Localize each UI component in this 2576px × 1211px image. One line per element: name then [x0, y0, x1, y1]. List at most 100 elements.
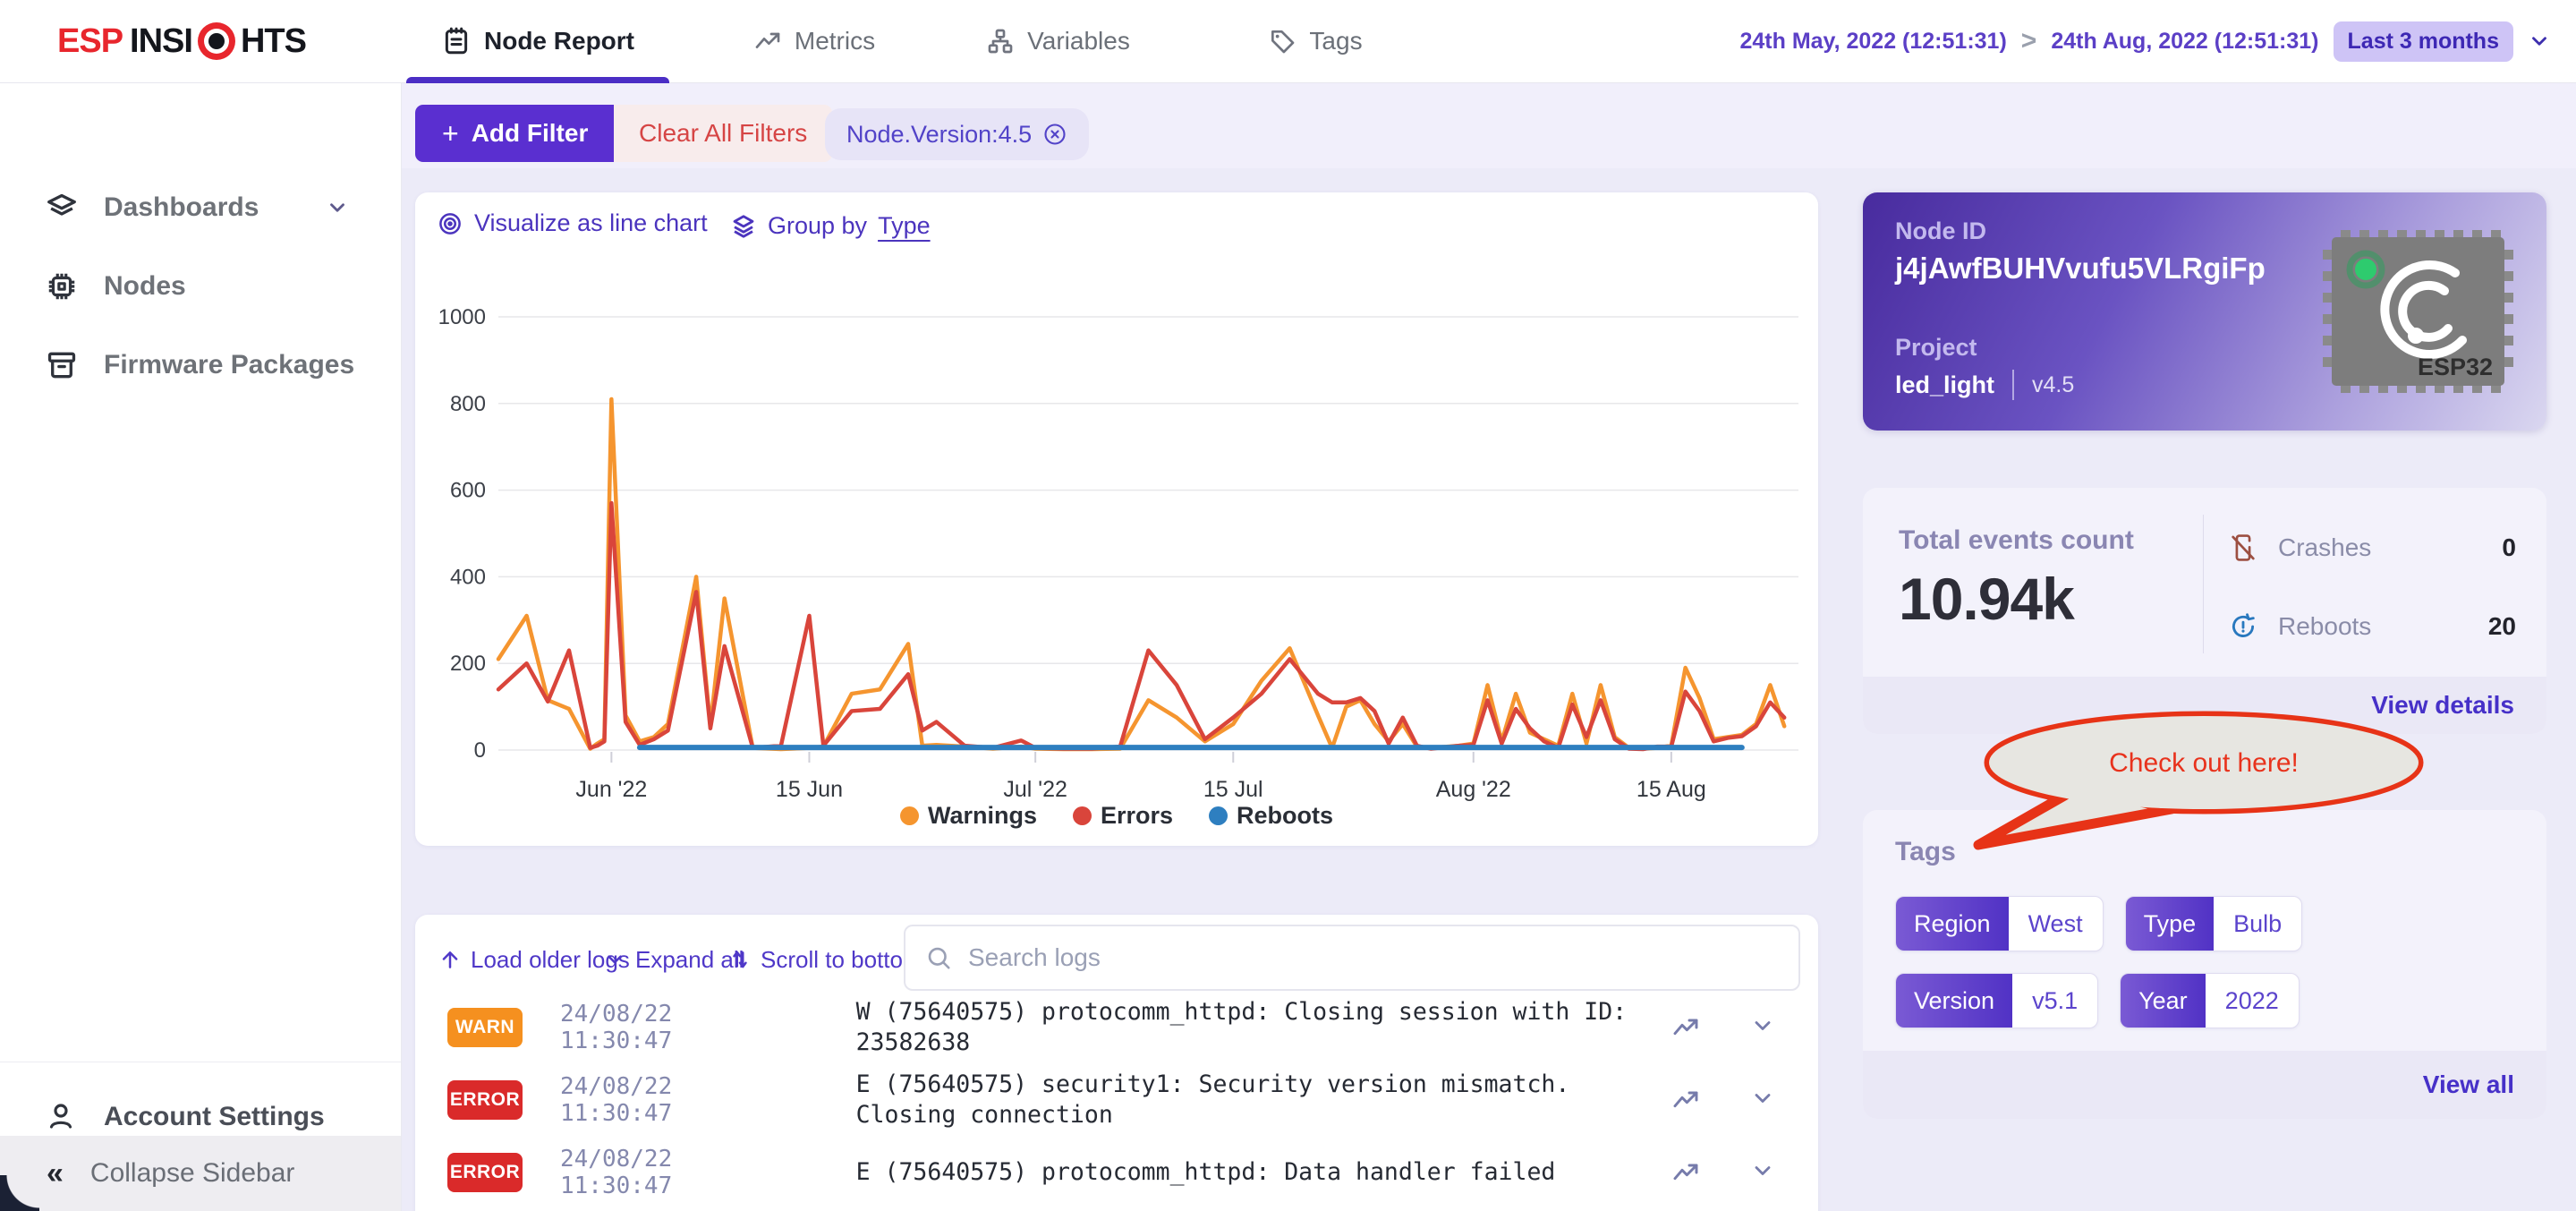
tag-value: Bulb [2214, 897, 2301, 951]
tab-variables[interactable]: Variables [975, 0, 1141, 82]
sidebar-item-nodes[interactable]: Nodes [0, 247, 401, 326]
collapse-sidebar-label: Collapse Sidebar [90, 1158, 294, 1189]
search-logs-input[interactable] [966, 942, 1779, 973]
up-down-arrows-icon [728, 948, 752, 971]
y-tick-label: 600 [450, 479, 486, 503]
tag-pill-region[interactable]: RegionWest [1895, 896, 2104, 951]
account-settings-label: Account Settings [104, 1102, 325, 1132]
chip-model-label: ESP32 [2418, 354, 2493, 380]
clear-all-filters-button[interactable]: Clear All Filters [614, 105, 832, 162]
tag-key: Region [1896, 897, 2009, 951]
x-tick-label: Jul '22 [1003, 777, 1067, 802]
top-nav-bar: ESP INSI HTS Node Report Metrics [0, 0, 2576, 83]
visualize-toggle[interactable]: Visualize as line chart [437, 209, 708, 237]
load-older-logs-button[interactable]: Load older logs [438, 931, 630, 988]
double-chevron-left-icon: « [47, 1156, 64, 1191]
tag-icon [1268, 27, 1297, 55]
x-tick-label: 15 Jun [776, 777, 843, 802]
plus-icon: + [442, 117, 459, 150]
log-row[interactable]: ERROR24/08/22 11:30:47E (75640575) secur… [415, 1062, 1818, 1139]
add-filter-label: Add Filter [472, 119, 589, 148]
annotation-text: Check out here! [2109, 748, 2299, 778]
logo-text-hts: HTS [241, 22, 306, 61]
tags-list: RegionWest TypeBulb Versionv5.1 Year2022 [1895, 896, 2527, 1028]
legend-item-warnings[interactable]: Warnings [900, 802, 1037, 830]
view-all-link[interactable]: View all [2423, 1070, 2514, 1099]
trending-up-icon [753, 27, 782, 55]
tag-key: Type [2126, 897, 2215, 951]
tags-title: Tags [1895, 837, 1956, 867]
esp-insights-logo: ESP INSI HTS [57, 0, 306, 82]
remove-filter-icon[interactable] [1042, 122, 1067, 147]
legend-item-reboots[interactable]: Reboots [1209, 802, 1333, 830]
log-expand-chevron-icon[interactable] [1750, 1086, 1775, 1114]
node-id-label: Node ID [1895, 217, 1986, 245]
sidebar-item-label: Dashboards [104, 192, 259, 223]
project-version: v4.5 [2032, 372, 2074, 398]
log-expand-chevron-icon[interactable] [1750, 1013, 1775, 1042]
events-divider [2203, 515, 2204, 653]
sidebar-item-firmware-packages[interactable]: Firmware Packages [0, 326, 401, 405]
date-range-picker: 24th May, 2022 (12:51:31) > 24th Aug, 20… [1739, 0, 2551, 82]
visualize-label: Visualize as line chart [474, 209, 708, 237]
tag-pill-type[interactable]: TypeBulb [2125, 896, 2303, 951]
node-info-card: Node ID j4jAwfBUHVvufu5VLRgiFp Project l… [1863, 192, 2546, 431]
target-icon [437, 210, 463, 237]
sidebar: Dashboards Nodes Firmware Packages [0, 82, 402, 1211]
total-events-value: 10.94k [1899, 565, 2074, 633]
log-graph-icon[interactable] [1671, 1013, 1700, 1042]
group-by-value[interactable]: Type [878, 212, 931, 240]
tab-variables-label: Variables [1027, 27, 1130, 55]
y-tick-label: 800 [450, 392, 486, 416]
log-graph-icon[interactable] [1671, 1158, 1700, 1187]
tab-tags-label: Tags [1309, 27, 1362, 55]
y-tick-label: 400 [450, 565, 486, 589]
group-by-label: Group by [768, 212, 867, 240]
sidebar-item-label: Nodes [104, 271, 186, 302]
led-indicator [2355, 259, 2376, 280]
tab-tags[interactable]: Tags [1248, 0, 1382, 82]
log-message: E (75640575) protocomm_httpd: Data handl… [856, 1157, 1671, 1188]
chevron-down-icon[interactable] [326, 196, 349, 219]
log-search-box [904, 925, 1800, 991]
series-line-warnings [498, 399, 1784, 749]
date-range-end[interactable]: 24th Aug, 2022 (12:51:31) [2051, 29, 2318, 55]
date-preset-badge[interactable]: Last 3 months [2334, 21, 2513, 62]
esp-insights-app: ESP INSI HTS Node Report Metrics [0, 0, 2576, 1211]
date-range-start[interactable]: 24th May, 2022 (12:51:31) [1739, 29, 2006, 55]
crashes-row: Crashes 0 [2228, 533, 2516, 563]
collapse-sidebar-button[interactable]: « Collapse Sidebar [0, 1136, 401, 1211]
tab-node-report-label: Node Report [484, 27, 634, 55]
project-name: led_light [1895, 371, 1994, 399]
legend-label: Errors [1101, 802, 1173, 830]
legend-item-errors[interactable]: Errors [1073, 802, 1173, 830]
chip-icon [45, 269, 79, 303]
log-row[interactable]: ERROR24/08/22 11:30:47E (75640575) proto… [415, 1139, 1818, 1207]
log-expand-chevron-icon[interactable] [1750, 1158, 1775, 1187]
tag-pill-year[interactable]: Year2022 [2120, 973, 2300, 1028]
tab-node-report[interactable]: Node Report [406, 0, 669, 82]
events-line-chart[interactable]: 02004006008001000Jun '2215 JunJul '2215 … [421, 286, 1807, 806]
log-message: E (75640575) security1: Security version… [856, 1070, 1671, 1131]
log-row[interactable]: WARN24/08/22 11:30:47W (75640575) protoc… [415, 994, 1818, 1062]
add-filter-button[interactable]: + Add Filter [415, 105, 615, 162]
tab-metrics[interactable]: Metrics [743, 0, 886, 82]
tags-card-footer: View all [1863, 1051, 2546, 1119]
expand-all-button[interactable]: Expand all [603, 931, 744, 988]
sidebar-item-dashboards[interactable]: Dashboards [0, 168, 401, 247]
filter-chip-node-version[interactable]: Node.Version:4.5 [825, 108, 1089, 160]
layers-icon [45, 191, 79, 225]
annotation-speech-bubble: Check out here! [1964, 691, 2456, 888]
chevron-down-icon[interactable] [2528, 30, 2551, 53]
sitemap-icon [986, 27, 1015, 55]
scroll-to-bottom-button[interactable]: Scroll to bottom [728, 931, 922, 988]
logo-text-insi: INSI [130, 22, 192, 61]
x-tick-label: Jun '22 [575, 777, 647, 802]
logo-eye-icon [198, 22, 235, 60]
sidebar-item-label: Firmware Packages [104, 350, 354, 380]
tag-pill-version[interactable]: Versionv5.1 [1895, 973, 2098, 1028]
reboots-label: Reboots [2278, 612, 2469, 641]
group-by-control[interactable]: Group by Type [730, 212, 931, 240]
log-graph-icon[interactable] [1671, 1086, 1700, 1114]
log-level-badge: ERROR [447, 1153, 523, 1192]
